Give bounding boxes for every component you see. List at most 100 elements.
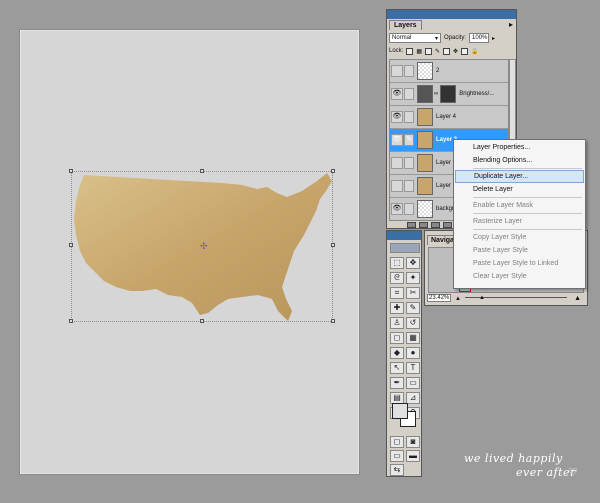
menu-item-duplicate-layer[interactable]: Duplicate Layer...	[455, 170, 584, 183]
standard-mode-icon[interactable]: ◻	[390, 436, 404, 448]
link-toggle[interactable]	[404, 111, 414, 123]
transparency-icon: ▦	[416, 48, 423, 55]
type-icon[interactable]: T	[406, 362, 420, 374]
lock-all-checkbox[interactable]	[461, 47, 469, 55]
adobe-logo-icon[interactable]	[390, 243, 420, 253]
toolbox-titlebar[interactable]	[387, 231, 421, 240]
transform-center-icon[interactable]: ✣	[200, 242, 208, 251]
tab-layers[interactable]: Layers	[389, 20, 422, 30]
opacity-arrow-icon[interactable]: ▸	[492, 35, 495, 42]
chain-icon: ∞	[434, 91, 439, 97]
dodge-icon[interactable]: ●	[406, 347, 420, 359]
new-set-icon[interactable]	[407, 222, 416, 228]
eye-icon[interactable]: 👁	[391, 203, 403, 215]
lock-label: Lock:	[389, 48, 404, 54]
eraser-icon[interactable]: ◻	[390, 332, 404, 344]
layer-name: Layer 4	[436, 114, 457, 120]
link-toggle[interactable]	[404, 157, 414, 169]
zoom-field[interactable]: 23.42%	[427, 294, 451, 302]
heart-icon: ♡	[568, 466, 578, 479]
layer-row[interactable]: 👁 ∞ Brightness/...	[390, 83, 508, 106]
chevron-down-icon: ▾	[434, 35, 438, 42]
visibility-toggle[interactable]	[391, 180, 403, 192]
clone-stamp-icon[interactable]: ♙	[390, 317, 404, 329]
pen-icon[interactable]: ✒	[390, 377, 404, 389]
lasso-icon[interactable]: ᘓ	[390, 272, 404, 284]
link-toggle[interactable]	[404, 88, 414, 100]
menu-separator	[473, 168, 582, 169]
new-layer-icon[interactable]	[431, 222, 440, 228]
eye-icon[interactable]: 👁	[391, 134, 403, 146]
menu-item-layer-properties[interactable]: Layer Properties...	[455, 141, 584, 154]
trash-icon[interactable]	[443, 222, 452, 228]
screen-mode-icon[interactable]: ▭	[390, 450, 404, 462]
opacity-value: 100%	[472, 35, 488, 41]
marquee-icon[interactable]: ⬚	[390, 257, 404, 269]
blur-icon[interactable]: ◆	[390, 347, 404, 359]
brush-icon[interactable]: ✎	[406, 302, 420, 314]
layer-row[interactable]: 2	[390, 60, 508, 83]
menu-item-copy-layer-style: Copy Layer Style	[473, 234, 527, 241]
layer-thumbnail	[417, 131, 433, 149]
layer-thumbnail	[417, 200, 433, 218]
adjustment-thumbnail	[417, 85, 433, 103]
zoom-in-icon[interactable]: ▲	[574, 295, 581, 302]
blend-mode-value: Normal	[392, 35, 412, 41]
menu-item-blending-options[interactable]: Blending Options...	[455, 154, 584, 167]
magic-wand-icon[interactable]: ✦	[406, 272, 420, 284]
visibility-toggle[interactable]	[391, 157, 403, 169]
menu-separator	[473, 229, 582, 230]
menu-item-paste-layer-style: Paste Layer Style	[473, 247, 528, 254]
layer-thumbnail	[417, 177, 433, 195]
brush-icon: ✎	[435, 48, 441, 55]
layers-palette-titlebar[interactable]	[387, 10, 516, 19]
lock-position-checkbox[interactable]	[443, 47, 451, 55]
layer-thumbnail	[417, 154, 433, 172]
layer-mask-thumbnail	[440, 85, 457, 103]
fullscreen-mode-icon[interactable]: ▬	[406, 450, 420, 462]
layer-context-menu: Layer Properties... Blending Options... Du…	[453, 139, 586, 289]
slice-icon[interactable]: ✂	[406, 287, 420, 299]
eye-icon[interactable]: 👁	[391, 111, 403, 123]
lock-pixels-checkbox[interactable]	[425, 47, 433, 55]
opacity-label: Opacity:	[444, 35, 467, 41]
palette-menu-icon[interactable]: ▸	[509, 20, 513, 29]
eye-icon[interactable]: 👁	[391, 88, 403, 100]
lock-icon: 🔒	[471, 48, 479, 55]
menu-item-clear-layer-style: Clear Layer Style	[473, 273, 527, 280]
watermark-line-2: ever after	[516, 466, 576, 479]
watermark-logo: we lived happily ever after ♡	[464, 452, 594, 492]
healing-brush-icon[interactable]: ✚	[390, 302, 404, 314]
foreground-color-swatch[interactable]	[392, 403, 408, 419]
link-toggle[interactable]	[404, 180, 414, 192]
link-toggle[interactable]	[404, 203, 414, 215]
history-brush-icon[interactable]: ↺	[406, 317, 420, 329]
toolbox: ⬚✥ᘓ✦⌗✂✚✎♙↺◻▦◆●↖T✒▭▤⊿✋⚲ ◻ ◙ ▭ ▬ ⇆	[386, 230, 422, 477]
menu-separator	[473, 197, 582, 198]
zoom-slider-knob[interactable]: ▲	[479, 295, 485, 301]
color-swatches[interactable]	[392, 403, 416, 427]
menu-item-enable-layer-mask: Enable Layer Mask	[473, 202, 533, 209]
layer-name: Brightness/...	[459, 91, 495, 97]
gradient-icon[interactable]: ▦	[406, 332, 420, 344]
shape-icon[interactable]: ▭	[406, 377, 420, 389]
blend-mode-select[interactable]: Normal ▾	[389, 33, 441, 43]
move-icon[interactable]: ✥	[406, 257, 420, 269]
imageready-icon[interactable]: ⇆	[390, 464, 404, 476]
menu-separator	[473, 213, 582, 214]
watermark-line-1: we lived happily	[464, 452, 563, 465]
layer-row[interactable]: 👁 Layer 4	[390, 106, 508, 129]
brush-icon[interactable]: ✎	[404, 134, 414, 146]
path-selection-icon[interactable]: ↖	[390, 362, 404, 374]
menu-item-delete-layer[interactable]: Delete Layer	[455, 183, 584, 196]
opacity-field[interactable]: 100%	[469, 33, 490, 43]
new-adjustment-layer-icon[interactable]	[419, 222, 428, 228]
zoom-out-icon[interactable]: ▲	[455, 296, 461, 302]
menu-item-rasterize-layer: Rasterize Layer	[473, 218, 523, 225]
quick-mask-icon[interactable]: ◙	[406, 436, 420, 448]
link-toggle[interactable]	[404, 65, 414, 77]
crop-icon[interactable]: ⌗	[390, 287, 404, 299]
document-canvas[interactable]: ✣	[19, 29, 360, 475]
lock-transparency-checkbox[interactable]	[406, 47, 414, 55]
visibility-toggle[interactable]	[391, 65, 403, 77]
